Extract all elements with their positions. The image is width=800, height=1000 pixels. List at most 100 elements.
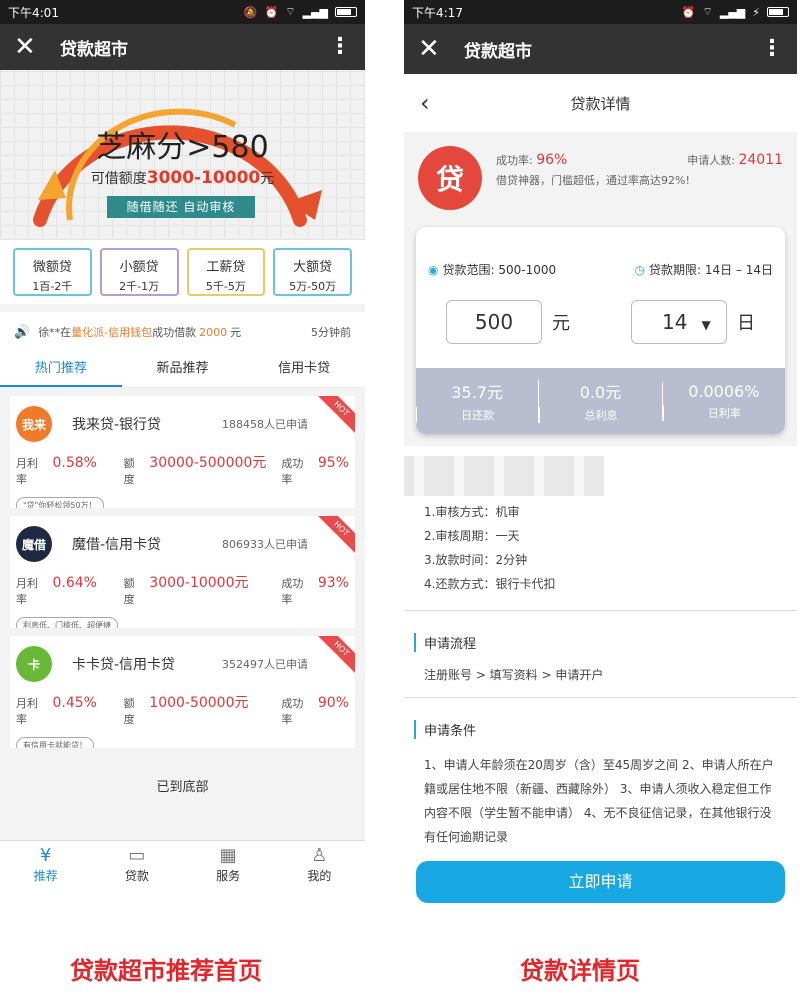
applicant-count: 806933人已申请 — [222, 538, 308, 551]
product-logo: 贷 — [418, 146, 482, 210]
grid-icon: ▦ — [219, 845, 237, 866]
right-caption: 贷款详情页 — [520, 957, 640, 985]
left-caption: 贷款超市推荐首页 — [70, 957, 262, 985]
applicant-count: 188458人已申请 — [222, 418, 308, 431]
success-rate: 95% — [317, 455, 349, 471]
charging-icon: ⚡ — [752, 5, 760, 19]
blurred-watermark — [404, 456, 604, 496]
loan-amount: 30000-500000元 — [149, 455, 267, 471]
speaker-icon: 🔊 — [14, 324, 31, 340]
monthly-rate: 0.64% — [52, 575, 97, 591]
banner-headline: 芝麻分>580 — [96, 130, 269, 165]
success-rate: 93% — [317, 575, 349, 591]
nav-loan[interactable]: ▭ 贷款 — [91, 841, 182, 890]
product-name: 魔借-信用卡贷 — [72, 537, 162, 553]
product-logo: 魔借 — [16, 526, 52, 562]
nav-recommend[interactable]: ¥ 推荐 — [0, 841, 91, 890]
product-slogan: "贷"你轻松领50万！ — [16, 497, 104, 508]
user-icon: ♙ — [311, 845, 328, 866]
wallet-icon: ▭ — [128, 845, 146, 866]
more-icon[interactable]: ⋮ — [761, 38, 783, 60]
category-row: 微额贷 1百-2千 小额贷 2千-1万 工薪贷 5千-5万 大额贷 5万-50万 — [0, 240, 365, 304]
product-slogan: 有信用卡就能贷！ — [16, 737, 94, 748]
app-bar: ✕ 贷款超市 ⋮ — [0, 24, 365, 70]
product-header: 贷 成功率: 96% 申请人数: 24011 借贷神器，门槛超低，通过率高达92… — [404, 132, 797, 227]
loan-amount: 3000-10000元 — [149, 575, 249, 591]
app-title: 贷款超市 — [464, 41, 532, 62]
repayment-stats: 35.7元 日还款 0.0元 总利息 0.0006% 日利率 — [416, 368, 785, 434]
apply-button[interactable]: 立即申请 — [416, 861, 785, 903]
close-icon[interactable]: ✕ — [14, 34, 50, 60]
more-icon[interactable]: ⋮ — [329, 36, 351, 58]
promo-banner[interactable]: 芝麻分>580 可借额度3000-10000元 随借随还 自动审核 — [0, 70, 365, 240]
product-name: 卡卡贷-信用卡贷 — [72, 657, 176, 673]
monthly-rate: 0.58% — [52, 455, 97, 471]
banner-subtitle: 可借额度3000-10000元 — [90, 168, 275, 188]
product-logo: 卡 — [16, 646, 52, 682]
detail-screen: 下午4:17 ⏰ ⌔ ▂▄▆ ⚡ ✕ 贷款超市 ⋮ ‹ 贷款详情 贷 成功率: … — [404, 0, 797, 918]
loan-card[interactable]: HOT 我来 我来贷-银行贷 188458人已申请 月利率 0.58% 额度 300… — [10, 396, 355, 508]
status-icons: 🔕 ⏰ ⌔ ▂▄▆ — [244, 5, 357, 19]
category-large[interactable]: 大额贷 5万-50万 — [273, 248, 352, 296]
dropdown-icon: ▼ — [701, 318, 711, 332]
daily-repayment: 35.7元 — [451, 383, 503, 402]
status-time: 下午4:01 — [8, 5, 59, 20]
product-slogan: 利息低、门槛低、超便捷 — [16, 617, 118, 628]
bottom-nav: ¥ 推荐 ▭ 贷款 ▦ 服务 ♙ 我的 — [0, 840, 365, 890]
conditions-title: 申请条件 — [414, 720, 797, 739]
daily-rate: 0.0006% — [688, 381, 760, 401]
tab-bar: 热门推荐 新品推荐 信用卡贷 — [0, 352, 365, 388]
term-select[interactable]: 14 ▼ — [631, 300, 727, 344]
status-bar: 下午4:17 ⏰ ⌔ ▂▄▆ ⚡ — [404, 0, 797, 24]
signal-icon: ▂▄▆ — [302, 5, 328, 19]
status-time: 下午4:17 — [412, 5, 463, 20]
amount-input[interactable]: 500 — [446, 300, 542, 344]
success-rate: 90% — [317, 695, 349, 711]
status-bar: 下午4:01 🔕 ⏰ ⌔ ▂▄▆ — [0, 0, 365, 24]
conditions-text: 1、申请人年龄须在20周岁（含）至45周岁之间 2、申请人所在户籍或居住地不限（… — [424, 758, 774, 844]
alarm-icon: ⏰ — [681, 5, 696, 19]
nav-service[interactable]: ▦ 服务 — [183, 841, 274, 890]
category-small[interactable]: 小额贷 2千-1万 — [99, 248, 179, 296]
app-bar: ✕ 贷款超市 ⋮ — [404, 24, 797, 74]
close-icon[interactable]: ✕ — [418, 36, 454, 62]
battery-icon — [335, 7, 357, 17]
product-name: 我来贷-银行贷 — [72, 417, 162, 433]
clock-icon: ◷ — [634, 263, 645, 277]
status-icons: ⏰ ⌔ ▂▄▆ ⚡ — [682, 5, 789, 19]
back-icon[interactable]: ‹ — [420, 89, 450, 117]
loan-card[interactable]: HOT 魔借 魔借-信用卡贷 806933人已申请 月利率 0.64% 额度 300… — [10, 516, 355, 628]
alarm-icon: ⏰ — [264, 5, 279, 19]
tab-hot[interactable]: 热门推荐 — [0, 352, 122, 387]
wifi-icon: ⌔ — [285, 5, 296, 18]
loan-card[interactable]: HOT 卡 卡卡贷-信用卡贷 352497人已申请 月利率 0.45% 额度 100… — [10, 636, 355, 748]
wifi-icon: ⌔ — [702, 5, 713, 18]
nav-me[interactable]: ♙ 我的 — [274, 841, 365, 890]
home-screen: 下午4:01 🔕 ⏰ ⌔ ▂▄▆ ✕ 贷款超市 ⋮ 芝麻分>580 可借额度30… — [0, 0, 365, 890]
banner-tag: 随借随还 自动审核 — [107, 196, 255, 218]
battery-icon — [767, 7, 789, 17]
loan-term-range: ◷ 贷款期限: 14日 – 14日 — [634, 263, 773, 277]
category-salary[interactable]: 工薪贷 5千-5万 — [186, 248, 266, 296]
tab-credit-card[interactable]: 信用卡贷 — [243, 352, 365, 387]
loan-amount: 1000-50000元 — [149, 695, 249, 711]
total-interest: 0.0元 — [579, 383, 622, 402]
flow-text: 注册账号 > 填写资料 > 申请开户 — [424, 668, 604, 682]
product-logo: 我来 — [16, 406, 52, 442]
loan-range: ◉ 贷款范围: 500-1000 — [428, 263, 557, 277]
tab-new[interactable]: 新品推荐 — [122, 352, 244, 387]
success-rate: 96% — [536, 152, 568, 168]
page-header: ‹ 贷款详情 — [404, 74, 797, 132]
end-of-list: 已到底部 — [156, 780, 209, 795]
loan-calculator: ◉ 贷款范围: 500-1000 ◷ 贷款期限: 14日 – 14日 500 元 1… — [404, 227, 797, 446]
page-title: 贷款详情 — [570, 94, 631, 113]
monthly-rate: 0.45% — [52, 695, 97, 711]
applicant-count: 24011 — [738, 152, 783, 168]
category-micro[interactable]: 微额贷 1百-2千 — [13, 248, 92, 296]
coins-icon: ◉ — [428, 263, 439, 277]
mute-icon: 🔕 — [243, 5, 258, 19]
app-title: 贷款超市 — [60, 39, 128, 60]
signal-icon: ▂▄▆ — [719, 5, 746, 19]
yuan-icon: ¥ — [39, 845, 52, 866]
product-description: 借贷神器，门槛超低，通过率高达92%! — [496, 174, 690, 187]
